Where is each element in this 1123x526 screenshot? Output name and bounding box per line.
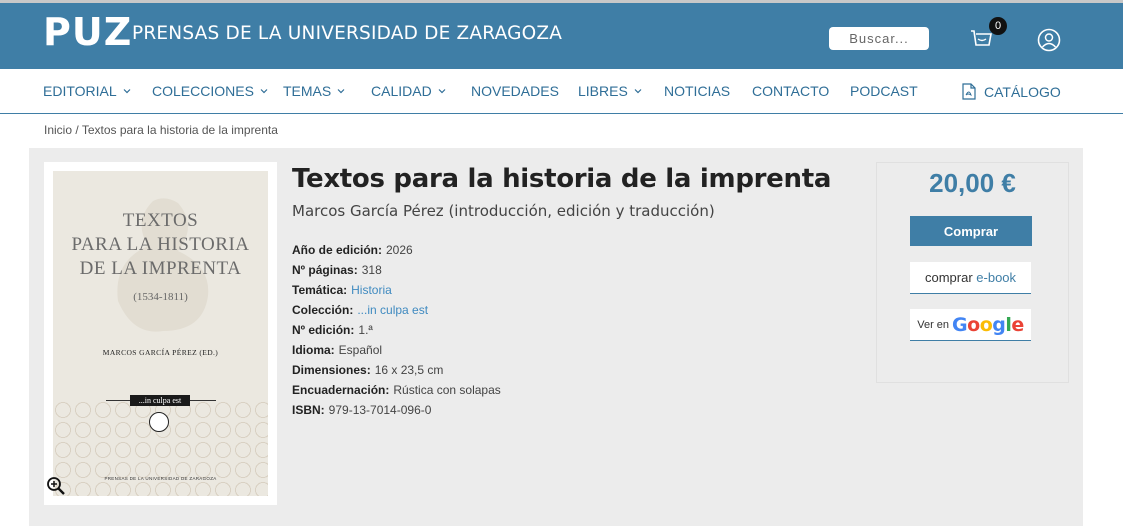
nav-item-label: NOVEDADES: [471, 83, 559, 99]
spec-label: Nº páginas:: [292, 263, 358, 277]
puz-logo[interactable]: PUZ: [43, 12, 132, 52]
google-logo-letter: o: [967, 313, 980, 336]
google-prefix: Ver en: [917, 318, 950, 331]
book-author: Marcos García Pérez (introducción, edici…: [292, 202, 715, 220]
spec-row: Dimensiones: 16 x 23,5 cm: [292, 363, 501, 383]
ebook-prefix: comprar: [924, 270, 973, 285]
google-books-button[interactable]: Ver en Google: [910, 309, 1031, 341]
nav-item-libres[interactable]: LIBRES: [578, 83, 642, 99]
nav-item-temas[interactable]: TEMAS: [283, 83, 345, 99]
chevron-down-icon: [260, 89, 268, 94]
spec-label: Año de edición:: [292, 243, 382, 257]
nav-item-label: EDITORIAL: [43, 83, 117, 99]
spec-row: Encuadernación: Rústica con solapas: [292, 383, 501, 403]
spec-label: Dimensiones:: [292, 363, 371, 377]
spec-row: Idioma: Español: [292, 343, 501, 363]
spec-row: Nº edición: 1.ª: [292, 323, 501, 343]
nav-item-label: COLECCIONES: [152, 83, 254, 99]
spec-row: ISBN: 979-13-7014-096-0: [292, 403, 501, 423]
breadcrumb: Inicio / Textos para la historia de la i…: [44, 123, 278, 137]
spec-value: 1.ª: [358, 323, 373, 337]
google-logo-letter: G: [952, 313, 968, 336]
google-logo-letter: g: [992, 313, 1006, 336]
chevron-down-icon: [634, 89, 642, 94]
zoom-in-icon[interactable]: [46, 476, 66, 496]
nav-item-label: TEMAS: [283, 83, 332, 99]
google-logo-letter: e: [1011, 313, 1024, 336]
spec-label: Idioma:: [292, 343, 335, 357]
spec-row: Año de edición: 2026: [292, 243, 501, 263]
breadcrumb-home-link[interactable]: Inicio: [44, 123, 72, 137]
nav-item-noticias[interactable]: NOTICIAS: [664, 83, 730, 99]
chevron-down-icon: [123, 89, 131, 94]
spec-label: Nº edición:: [292, 323, 355, 337]
cart-count-badge: 0: [989, 17, 1007, 35]
spec-row: Colección: ...in culpa est: [292, 303, 501, 323]
spec-row: Temática: Historia: [292, 283, 501, 303]
price: 20,00 €: [929, 168, 1016, 198]
cover-author: MARCOS GARCÍA PÉREZ (ED.): [102, 348, 219, 357]
spec-label: Temática:: [292, 283, 348, 297]
nav-item-label: NOTICIAS: [664, 83, 731, 99]
book-specs: Año de edición: 2026 Nº páginas: 318 Temátic…: [292, 243, 501, 423]
spec-value: Español: [338, 343, 383, 357]
spec-value: Rústica con solapas: [393, 383, 501, 397]
spec-label: Encuadernación:: [292, 383, 390, 397]
nav-item-label: CALIDAD: [371, 83, 432, 99]
nav-item-novedades[interactable]: NOVEDADES: [471, 83, 559, 99]
user-icon[interactable]: [1037, 28, 1061, 52]
buy-button[interactable]: Comprar: [910, 216, 1032, 246]
cover-title-line-1: TEXTOS: [122, 210, 199, 231]
cover-publisher: PRENSAS DE LA UNIVERSIDAD DE ZARAGOZA: [104, 476, 217, 481]
pdf-file-icon: [962, 83, 976, 100]
nav-item-colecciones[interactable]: COLECCIONES: [152, 83, 268, 99]
chevron-down-icon: [438, 89, 446, 94]
spec-value-link[interactable]: Historia: [351, 283, 392, 297]
book-title: Textos para la historia de la imprenta: [292, 164, 832, 194]
cover-series-label: ...in culpa est: [130, 395, 190, 406]
nav-item-contacto[interactable]: CONTACTO: [752, 83, 829, 99]
ebook-highlight: e-book: [976, 270, 1017, 285]
cover-title-line-2: PARA LA HISTORIA: [71, 234, 250, 255]
google-logo-letter: o: [979, 313, 993, 336]
cover-years: (1534-1811): [133, 291, 188, 303]
publisher-name[interactable]: PRENSAS DE LA UNIVERSIDAD DE ZARAGOZA: [132, 23, 562, 45]
search-input[interactable]: [829, 27, 929, 50]
nav-item-podcast[interactable]: PODCAST: [850, 83, 918, 99]
nav-item-label: PODCAST: [850, 83, 918, 99]
buy-ebook-button[interactable]: comprar e-book: [910, 262, 1031, 294]
google-logo: Google: [952, 314, 1024, 336]
cover-title-line-3: DE LA IMPRENTA: [79, 258, 242, 279]
chevron-down-icon: [337, 89, 345, 94]
breadcrumb-current: Textos para la historia de la imprenta: [81, 123, 278, 137]
spec-value: 318: [361, 263, 382, 277]
breadcrumb-separator: /: [72, 123, 82, 137]
cover-emblem-icon: [149, 412, 169, 432]
nav-item-label: LIBRES: [578, 83, 628, 99]
top-header: PUZ PRENSAS DE LA UNIVERSIDAD DE ZARAGOZ…: [0, 0, 1123, 69]
nav-item-editorial[interactable]: EDITORIAL: [43, 83, 131, 99]
spec-value: 979-13-7014-096-0: [328, 403, 432, 417]
spec-value: 2026: [386, 243, 413, 257]
spec-row: Nº páginas: 318: [292, 263, 501, 283]
nav-item-calidad[interactable]: CALIDAD: [371, 83, 446, 99]
spec-value-link[interactable]: ...in culpa est: [357, 303, 428, 317]
book-cover-image[interactable]: TEXTOS PARA LA HISTORIA DE LA IMPRENTA (…: [53, 171, 268, 496]
catalog-link[interactable]: CATÁLOGO: [962, 83, 1061, 100]
main-navigation: EDITORIAL COLECCIONES TEMAS CALIDAD NOVEDADE…: [0, 69, 1123, 114]
nav-item-label: CONTACTO: [752, 83, 830, 99]
spec-label: Colección:: [292, 303, 354, 317]
spec-label: ISBN:: [292, 403, 325, 417]
spec-value: 16 x 23,5 cm: [374, 363, 444, 377]
catalog-label: CATÁLOGO: [984, 83, 1061, 100]
